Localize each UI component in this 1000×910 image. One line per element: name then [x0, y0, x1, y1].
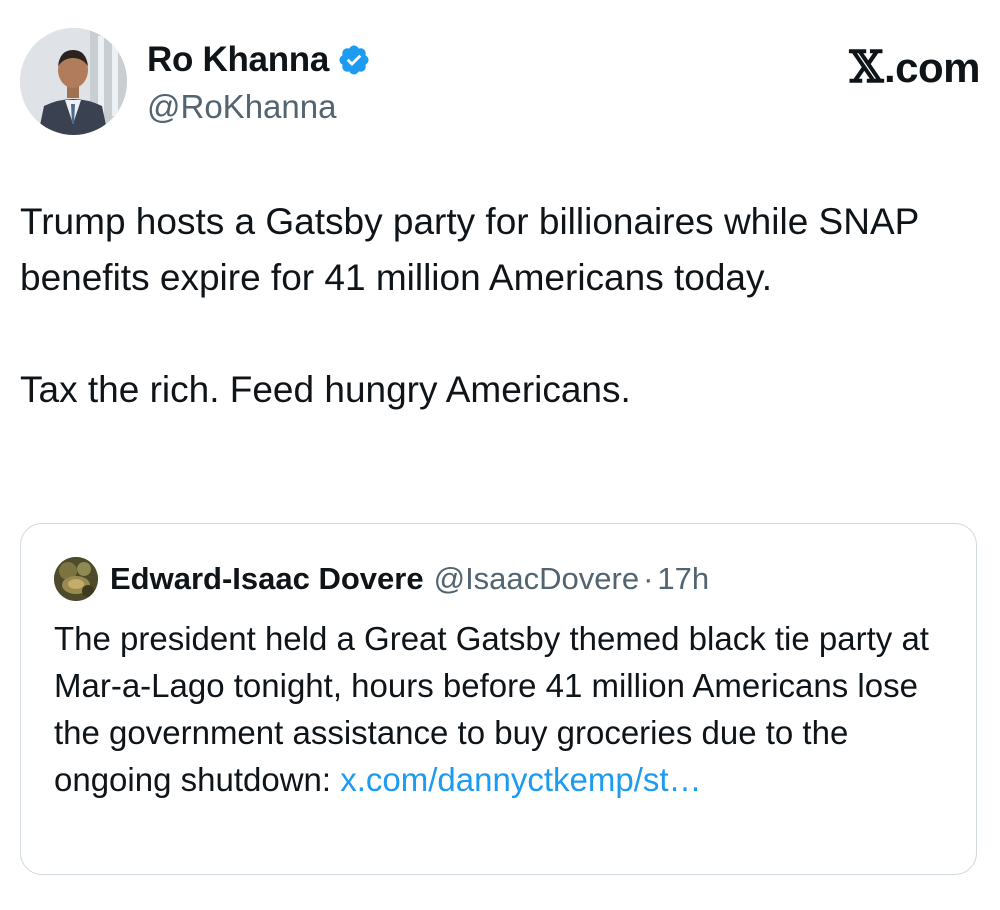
- quoted-tweet-text: The president held a Great Gatsby themed…: [54, 615, 954, 803]
- tweet-header: Ro Khanna @RoKhanna 𝕏 .com: [20, 28, 981, 138]
- meta-separator: ·: [643, 561, 654, 596]
- tweet-paragraph: Tax the rich. Feed hungry Americans.: [20, 369, 631, 410]
- x-logo-domain: .com: [883, 43, 981, 91]
- author-handle[interactable]: @RoKhanna: [147, 88, 336, 126]
- author-display-name[interactable]: Ro Khanna: [147, 40, 329, 80]
- x-logo: 𝕏 .com: [849, 42, 980, 93]
- tweet-paragraph: Trump hosts a Gatsby party for billionai…: [20, 201, 919, 298]
- author-avatar[interactable]: [20, 28, 127, 135]
- tweet-text: Trump hosts a Gatsby party for billionai…: [20, 194, 970, 418]
- quoted-tweet-timestamp[interactable]: 17h: [657, 561, 709, 597]
- quoted-author-avatar[interactable]: [54, 557, 98, 601]
- verified-badge-icon: [337, 43, 371, 77]
- quoted-tweet-card[interactable]: Edward-Isaac Dovere @IsaacDovere · 17h T…: [20, 523, 977, 875]
- quoted-author-handle[interactable]: @IsaacDovere: [434, 561, 640, 597]
- quoted-tweet-header: Edward-Isaac Dovere @IsaacDovere · 17h: [54, 557, 709, 601]
- x-logo-icon: 𝕏: [849, 42, 883, 93]
- quoted-author-display-name[interactable]: Edward-Isaac Dovere: [110, 561, 424, 597]
- quoted-tweet-link[interactable]: x.com/dannyctkemp/st…: [340, 761, 701, 798]
- author-name-row: Ro Khanna: [147, 40, 371, 80]
